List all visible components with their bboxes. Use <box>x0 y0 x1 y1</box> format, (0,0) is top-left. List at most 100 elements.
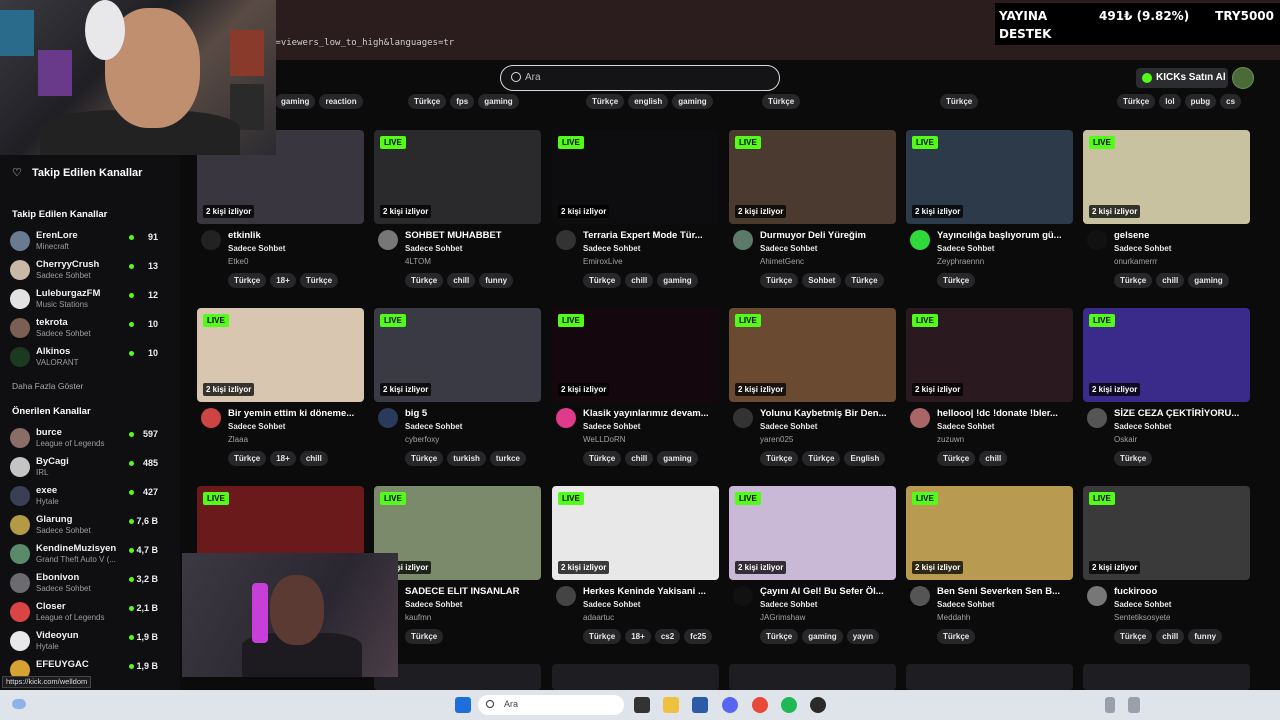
tag-chip[interactable]: English <box>844 451 886 466</box>
tag-chip[interactable]: Türkçe <box>583 273 622 288</box>
show-more-link[interactable]: Daha Fazla Göster <box>12 381 83 391</box>
tag-chip[interactable]: gaming <box>657 451 698 466</box>
tag-chip[interactable]: chill <box>625 273 654 288</box>
tag-chip[interactable]: english <box>628 94 669 109</box>
stream-card-partial[interactable] <box>1083 664 1250 690</box>
obs-icon[interactable] <box>810 697 826 713</box>
streamer-name[interactable]: zuzuwn <box>937 435 964 444</box>
discord-icon[interactable] <box>722 697 738 713</box>
streamer-name[interactable]: cyberfoxy <box>405 435 439 444</box>
tag-chip[interactable]: yayın <box>846 629 880 644</box>
stream-card[interactable]: LIVE 2 kişi izliyor Klasik yayınlarımız de… <box>552 308 719 468</box>
tag-chip[interactable]: gaming <box>802 629 843 644</box>
stream-thumbnail[interactable]: LIVE 2 kişi izliyor <box>197 308 364 402</box>
streamer-name[interactable]: AhimetGenc <box>760 257 804 266</box>
tag-chip[interactable]: Türkçe <box>405 629 444 644</box>
stream-title[interactable]: SADECE ELIT INSANLAR <box>405 586 541 597</box>
address-bar[interactable]: t=viewers_low_to_high&languages=tr <box>270 34 990 52</box>
tag-chip[interactable]: Türkçe <box>937 629 976 644</box>
tag-chip[interactable]: Türkçe <box>940 94 979 109</box>
stream-title[interactable]: hellooo| !dc !donate !bler... <box>937 408 1073 419</box>
stream-thumbnail[interactable]: LIVE 2 kişi izliyor <box>906 308 1073 402</box>
sidebar-channel-item[interactable]: burce League of Legends 597 <box>10 425 170 451</box>
tag-chip[interactable]: pubg <box>1184 94 1217 109</box>
wifi-icon[interactable] <box>1128 697 1140 713</box>
tag-chip[interactable]: Türkçe <box>583 629 622 644</box>
stream-category[interactable]: Sadece Sohbet <box>1114 422 1171 431</box>
tag-chip[interactable]: fps <box>450 94 475 109</box>
tag-chip[interactable]: Sohbet <box>802 273 842 288</box>
stream-category[interactable]: Sadece Sohbet <box>760 244 817 253</box>
avatar[interactable] <box>733 586 753 606</box>
stream-category[interactable]: Sadece Sohbet <box>583 600 640 609</box>
stream-card[interactable]: LIVE 2 kişi izliyor Bir yemin ettim ki dön… <box>197 308 364 468</box>
tag-chip[interactable]: Türkçe <box>1114 273 1153 288</box>
tag-chip[interactable]: Türkçe <box>583 451 622 466</box>
stream-card[interactable]: LIVE 2 kişi izliyor SADECE ELIT INSANLAR Sa… <box>374 486 541 646</box>
spotify-icon[interactable] <box>781 697 797 713</box>
stream-thumbnail[interactable]: LIVE 2 kişi izliyor <box>374 130 541 224</box>
tag-chip[interactable]: 18+ <box>270 451 296 466</box>
stream-thumbnail[interactable]: LIVE 2 kişi izliyor <box>374 308 541 402</box>
stream-title[interactable]: SOHBET MUHABBET <box>405 230 541 241</box>
sidebar-channel-item[interactable]: Glarung Sadece Sohbet 7,6 B <box>10 512 170 538</box>
tag-chip[interactable]: turkce <box>489 451 526 466</box>
streamer-name[interactable]: adaartuc <box>583 613 614 622</box>
stream-thumbnail[interactable]: LIVE 2 kişi izliyor <box>729 130 896 224</box>
tag-chip[interactable]: gaming <box>275 94 316 109</box>
sidebar-channel-item[interactable]: Alkinos VALORANT 10 <box>10 344 170 370</box>
stream-card[interactable]: LIVE 2 kişi izliyor Ben Seni Severken Sen … <box>906 486 1073 646</box>
streamer-name[interactable]: Zeyphraennn <box>937 257 984 266</box>
sidebar-channel-item[interactable]: Ebonivon Sadece Sohbet 3,2 B <box>10 570 170 596</box>
stream-thumbnail[interactable]: LIVE 2 kişi izliyor <box>906 486 1073 580</box>
stream-card[interactable]: LIVE 2 kişi izliyor Yolunu Kaybetmiş Bir D… <box>729 308 896 468</box>
tag-chip[interactable]: Türkçe <box>760 629 799 644</box>
tray-chevron-icon[interactable] <box>1105 697 1115 713</box>
avatar[interactable] <box>733 230 753 250</box>
avatar[interactable] <box>733 408 753 428</box>
stream-thumbnail[interactable]: LIVE 2 kişi izliyor <box>552 130 719 224</box>
streamer-name[interactable]: EmiroxLive <box>583 257 623 266</box>
search-input[interactable]: Ara <box>500 65 780 91</box>
stream-card[interactable]: LIVE 2 kişi izliyor Herkes Keninde Yakisan… <box>552 486 719 646</box>
streamer-name[interactable]: onurkamerrr <box>1114 257 1158 266</box>
tag-chip[interactable]: Türkçe <box>802 451 841 466</box>
taskbar-search[interactable]: Ara <box>478 695 624 715</box>
stream-card[interactable]: LIVE 2 kişi izliyor SİZE CEZA ÇEKTİRİYORU.… <box>1083 308 1250 468</box>
streamer-name[interactable]: kaufmn <box>405 613 431 622</box>
sidebar-channel-item[interactable]: CherryyCrush Sadece Sohbet 13 <box>10 257 170 283</box>
stream-category[interactable]: Sadece Sohbet <box>1114 600 1171 609</box>
sidebar-channel-item[interactable]: LuleburgazFM Music Stations 12 <box>10 286 170 312</box>
sidebar-channel-item[interactable]: ErenLore Minecraft 91 <box>10 228 170 254</box>
avatar[interactable] <box>1087 586 1107 606</box>
stream-card-partial[interactable] <box>552 664 719 690</box>
tag-chip[interactable]: Türkçe <box>1117 94 1156 109</box>
stream-category[interactable]: Sadece Sohbet <box>583 244 640 253</box>
avatar[interactable] <box>910 230 930 250</box>
streamer-name[interactable]: yaren025 <box>760 435 793 444</box>
avatar[interactable] <box>556 586 576 606</box>
tag-chip[interactable]: Türkçe <box>937 273 976 288</box>
stream-title[interactable]: SİZE CEZA ÇEKTİRİYORU... <box>1114 408 1250 419</box>
sidebar-channel-item[interactable]: KendineMuzisyen Grand Theft Auto V (... 4,… <box>10 541 170 567</box>
sidebar-channel-item[interactable]: exee Hytale 427 <box>10 483 170 509</box>
stream-title[interactable]: fuckirooo <box>1114 586 1250 597</box>
tag-chip[interactable]: gaming <box>478 94 519 109</box>
tag-chip[interactable]: chill <box>1156 629 1185 644</box>
stream-title[interactable]: Yayıncılığa başlıyorum gü... <box>937 230 1073 241</box>
streamer-name[interactable]: 4LTOM <box>405 257 431 266</box>
buy-kicks-button[interactable]: KICKs Satın Al <box>1136 68 1228 88</box>
stream-title[interactable]: big 5 <box>405 408 541 419</box>
tag-chip[interactable]: 18+ <box>625 629 651 644</box>
stream-category[interactable]: Sadece Sohbet <box>937 244 994 253</box>
stream-category[interactable]: Sadece Sohbet <box>1114 244 1171 253</box>
tag-chip[interactable]: turkish <box>447 451 486 466</box>
stream-title[interactable]: Herkes Keninde Yakisani ... <box>583 586 719 597</box>
streamer-name[interactable]: WeLLDoRN <box>583 435 626 444</box>
tag-chip[interactable]: Türkçe <box>1114 629 1153 644</box>
avatar[interactable] <box>378 408 398 428</box>
tag-chip[interactable]: Türkçe <box>405 451 444 466</box>
task-view-icon[interactable] <box>634 697 650 713</box>
avatar[interactable] <box>1232 67 1254 89</box>
avatar[interactable] <box>201 408 221 428</box>
